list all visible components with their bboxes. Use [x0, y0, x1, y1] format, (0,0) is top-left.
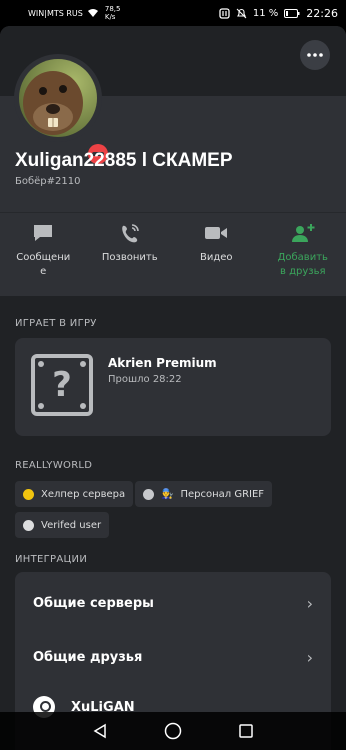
status-bar: WIN|MTS RUS 78,5 K/s 11 % 22:26: [0, 0, 346, 26]
chevron-right-icon: ›: [306, 647, 313, 667]
role-color-dot: [143, 488, 154, 500]
more-icon: [307, 53, 323, 57]
avatar-container[interactable]: [14, 54, 112, 168]
call-icon: [121, 224, 139, 243]
battery-percent: 11 %: [252, 7, 279, 19]
call-label: Позвонить: [101, 252, 158, 263]
video-button[interactable]: Видео: [173, 213, 260, 296]
game-name: Akrien Premium: [108, 356, 217, 370]
network-speed: 78,5 K/s: [104, 5, 121, 21]
profile-sheet: Xuligan22885 l СКАМЕР Бобёр#2110 Сообщен…: [0, 26, 346, 750]
role-label: Персонал GRIEF: [180, 488, 265, 500]
role-helper: Хелпер сервера: [15, 481, 134, 507]
home-icon[interactable]: [164, 722, 182, 740]
nfc-icon: [219, 7, 230, 19]
mechanic-emoji: 👨‍🔧: [161, 488, 174, 500]
beaver-avatar-image: [19, 59, 97, 137]
common-friends-label: Общие друзья: [33, 649, 143, 665]
roles-section-title: REALLYWORLD: [15, 460, 93, 471]
role-color-dot: [23, 519, 34, 531]
carrier-label: WIN|MTS RUS: [28, 8, 83, 18]
activity-section-title: ИГРАЕТ В ИГРУ: [15, 318, 97, 329]
common-friends-row[interactable]: Общие друзья ›: [15, 630, 331, 684]
add-friend-icon: [291, 224, 315, 242]
role-label: Verifed user: [41, 519, 102, 531]
battery-icon: [284, 8, 300, 18]
video-label: Видео: [199, 252, 233, 263]
activity-card[interactable]: ? Akrien Premium Прошло 28:22: [15, 338, 331, 436]
common-servers-label: Общие серверы: [33, 595, 154, 611]
unknown-game-icon: ?: [31, 354, 93, 416]
add-friend-button[interactable]: Добавить в друзья: [260, 213, 346, 296]
wifi-icon: [87, 9, 98, 17]
message-label: Сообщени е: [16, 252, 71, 277]
role-staff-grief: 👨‍🔧 Персонал GRIEF: [135, 481, 273, 507]
integrations-section-title: ИНТЕГРАЦИИ: [15, 554, 88, 565]
call-button[interactable]: Позвонить: [87, 213, 174, 296]
role-label: Хелпер сервера: [41, 488, 126, 500]
clock: 22:26: [306, 6, 338, 20]
profile-tag: Бобёр#2110: [15, 176, 81, 187]
system-nav-bar: [0, 712, 346, 750]
message-button[interactable]: Сообщени е: [0, 213, 87, 296]
profile-username: Xuligan22885 l СКАМЕР: [15, 150, 233, 171]
game-elapsed: Прошло 28:22: [108, 374, 182, 385]
more-options-button[interactable]: [300, 40, 330, 70]
role-color-dot: [23, 488, 34, 500]
common-servers-row[interactable]: Общие серверы ›: [15, 576, 331, 630]
message-icon: [34, 225, 53, 241]
chevron-right-icon: ›: [306, 593, 313, 613]
avatar: [19, 59, 97, 137]
profile-actions: Сообщени е Позвонить Видео Добавить в друз…: [0, 212, 346, 296]
back-icon[interactable]: [92, 723, 108, 739]
mute-bell-icon: [236, 8, 247, 18]
role-verified: Verifed user: [15, 512, 110, 538]
video-icon: [205, 227, 228, 239]
recents-icon[interactable]: [238, 723, 254, 739]
add-friend-label: Добавить в друзья: [277, 252, 328, 277]
